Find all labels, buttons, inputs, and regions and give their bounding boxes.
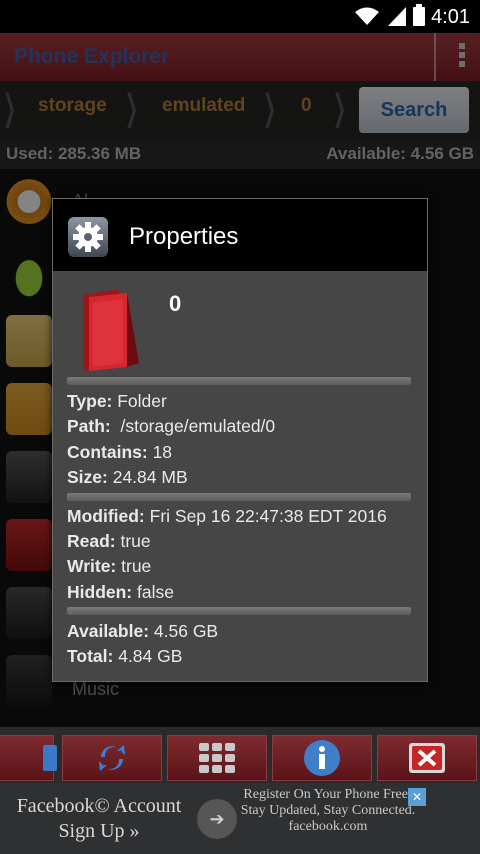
clock: 4:01 xyxy=(431,6,470,28)
close-icon xyxy=(409,743,445,773)
ad-headline[interactable]: Facebook© Account Sign Up » xyxy=(4,794,194,844)
close-button[interactable] xyxy=(377,735,477,781)
info-icon xyxy=(304,740,340,776)
signal-icon xyxy=(388,7,406,26)
ad-domain: facebook.com xyxy=(288,819,368,834)
folder-name: 0 xyxy=(169,291,182,316)
prop-contains: Contains: 18 xyxy=(67,442,173,462)
battery-icon xyxy=(413,4,425,26)
grid-icon xyxy=(199,743,235,773)
folder-icon xyxy=(83,289,139,371)
separator xyxy=(67,607,411,615)
prop-write: Write: true xyxy=(67,556,152,576)
prop-size: Size: 24.84 MB xyxy=(67,467,188,487)
ad-body[interactable]: Register On Your Phone Free! Stay Update… xyxy=(238,787,418,835)
gear-icon xyxy=(68,217,108,257)
prop-path: Path: /storage/emulated/0 xyxy=(67,416,276,436)
prop-total: Total: 4.84 GB xyxy=(67,646,183,666)
refresh-icon xyxy=(99,745,125,771)
dialog-title: Properties xyxy=(129,223,239,250)
prop-type: Type: Folder xyxy=(67,391,167,411)
wifi-icon xyxy=(355,7,379,25)
sdcard-button[interactable] xyxy=(0,735,57,781)
properties-dialog: Properties 0 Type: Folder Path: /storage… xyxy=(52,198,428,682)
arrow-right-icon[interactable]: ➔ xyxy=(197,799,237,839)
prop-available: Available: 4.56 GB xyxy=(67,621,219,641)
separator xyxy=(67,377,411,385)
status-bar: 4:01 xyxy=(0,0,480,33)
refresh-button[interactable] xyxy=(62,735,162,781)
bottom-toolbar xyxy=(0,727,480,783)
dialog-header: Properties xyxy=(53,199,427,271)
prop-modified: Modified: Fri Sep 16 22:47:38 EDT 2016 xyxy=(67,506,387,526)
separator xyxy=(67,493,411,501)
sdcard-icon xyxy=(43,745,57,771)
prop-hidden: Hidden: false xyxy=(67,582,174,602)
ad-banner[interactable]: Facebook© Account Sign Up » ➔ Register O… xyxy=(0,783,480,854)
prop-read: Read: true xyxy=(67,531,151,551)
info-button[interactable] xyxy=(272,735,372,781)
ad-close-icon[interactable]: ✕ xyxy=(408,788,426,806)
screen: 4:01 Phone Explorer ⟩ storage ⟩ emulated… xyxy=(0,0,480,854)
grid-view-button[interactable] xyxy=(167,735,267,781)
